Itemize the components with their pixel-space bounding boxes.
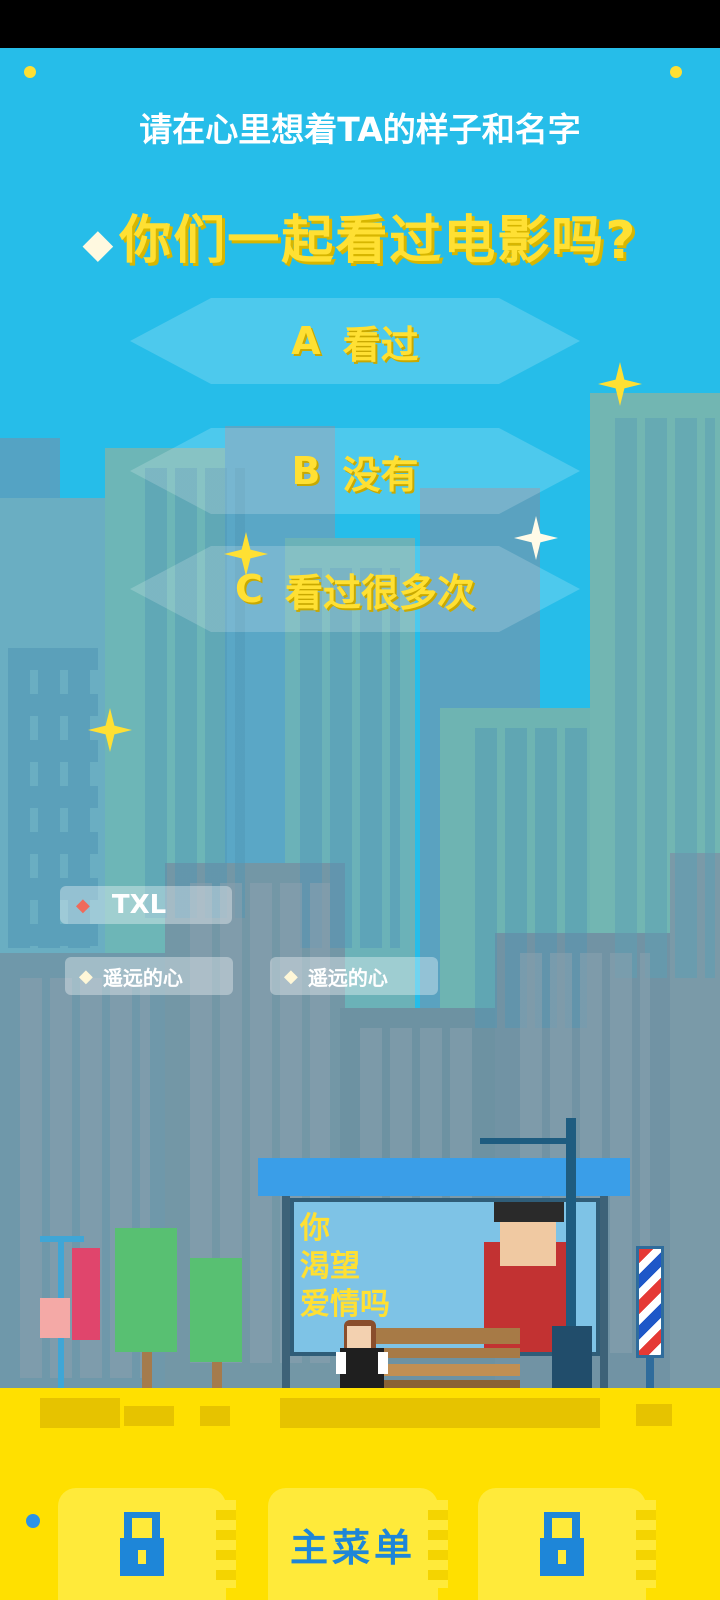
option-text: 看过 (342, 322, 419, 367)
diamond-icon: ◆ (284, 965, 298, 987)
option-text: 没有 (342, 452, 419, 497)
option-text: 看过很多次 (284, 570, 475, 615)
option-b[interactable]: B 没有 (130, 428, 580, 514)
prompt-text: 请在心里想着TA的样子和名字 (139, 110, 581, 149)
status-bar (0, 0, 720, 48)
locked-right-button[interactable] (478, 1488, 656, 1600)
corner-dot (26, 1514, 40, 1528)
heart-tag-text: 遥远的心 (102, 965, 183, 990)
lock-icon (120, 1512, 164, 1576)
heart-tag: ◆ 遥远的心 (65, 957, 233, 995)
billboard-line: 渴望 (300, 1249, 360, 1284)
diamond-icon: ◆ (76, 894, 90, 916)
option-letter: C (235, 567, 263, 611)
corner-dot (670, 66, 682, 78)
game-scene: 请在心里想着TA的样子和名字 ◆你们一起看过电影吗? A 看过 B 没有 C 看… (0, 48, 720, 1600)
diamond-icon: ◆ (79, 965, 93, 987)
lock-icon (540, 1512, 584, 1576)
diamond-icon: ◆ (82, 221, 116, 267)
option-letter: B (291, 449, 321, 493)
question-text: 你们一起看过电影吗? (119, 211, 638, 271)
name-tag: ◆ TXL (60, 886, 232, 924)
option-letter: A (291, 319, 321, 363)
question-title: ◆你们一起看过电影吗? (0, 198, 720, 273)
billboard-line: 爱情吗 (300, 1287, 390, 1322)
billboard-line: 你 (300, 1211, 330, 1246)
corner-dot (24, 66, 36, 78)
locked-left-button[interactable] (58, 1488, 236, 1600)
heart-tag: ◆ 遥远的心 (270, 957, 438, 995)
name-tag-text: TXL (111, 890, 167, 920)
main-menu-label: 主菜单 (289, 1525, 416, 1570)
heart-tag-text: 遥远的心 (307, 965, 388, 990)
main-menu-button[interactable]: 主菜单 (268, 1488, 448, 1600)
option-a[interactable]: A 看过 (130, 298, 580, 384)
option-c[interactable]: C 看过很多次 (130, 546, 580, 632)
